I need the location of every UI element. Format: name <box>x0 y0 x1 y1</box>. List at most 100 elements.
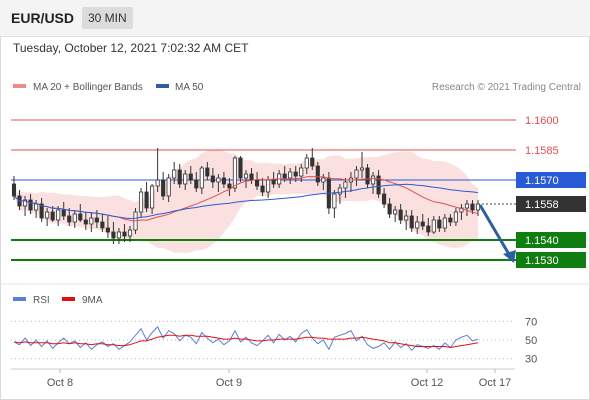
ma9-legend-label: 9MA <box>82 295 103 306</box>
x-tick-label: Oct 8 <box>47 377 73 389</box>
candle-body <box>365 167 370 185</box>
candle <box>332 190 337 218</box>
candle-body <box>105 227 110 233</box>
candle-body <box>144 191 149 209</box>
candle-body <box>188 173 193 181</box>
x-tick-label: Oct 17 <box>479 377 511 389</box>
candle-body <box>260 185 265 193</box>
price-label-1.1570: 1.1570 <box>525 175 559 187</box>
candle-body <box>83 219 88 225</box>
ma50-legend-label: MA 50 <box>175 82 204 93</box>
candle-body <box>194 179 199 189</box>
candle-body <box>315 165 320 183</box>
candle-body <box>249 173 254 181</box>
candle-body <box>111 231 116 239</box>
candle-body <box>94 217 99 223</box>
candle-body <box>288 171 293 179</box>
candle-body <box>437 219 442 229</box>
price-label-1.1600: 1.1600 <box>525 115 559 127</box>
candle-body <box>448 217 453 223</box>
rsi-legend-swatch <box>13 297 26 301</box>
chart-canvas: MA 20 + Bollinger Bands MA 50 Research ©… <box>0 82 590 389</box>
candle-body <box>50 211 55 221</box>
x-tick-label: Oct 9 <box>216 377 242 389</box>
candle <box>315 162 320 186</box>
candle-body <box>150 185 155 209</box>
candle-body <box>442 217 447 229</box>
credit-text: Research © 2021 Trading Central <box>432 82 581 93</box>
candle-body <box>382 193 387 205</box>
candle <box>161 172 166 200</box>
candle-body <box>370 175 376 185</box>
candle-body <box>210 175 215 183</box>
ma20-legend-label: MA 20 + Bollinger Bands <box>33 82 143 93</box>
candle-body <box>321 177 326 183</box>
candle-body <box>232 157 238 189</box>
candle-body <box>404 215 409 221</box>
candle-body <box>387 203 392 215</box>
candle-body <box>293 171 298 177</box>
candle <box>155 148 160 192</box>
ma50-legend-swatch <box>156 84 169 88</box>
candle-body <box>310 157 315 167</box>
candle-body <box>56 209 61 221</box>
x-axis-layer: Oct 8 Oct 9 Oct 12 Oct 17 <box>47 369 511 389</box>
price-label-1.1530: 1.1530 <box>525 255 559 267</box>
candle-body <box>426 225 431 233</box>
rsi-tick-30: 30 <box>525 354 537 366</box>
candle-body <box>299 167 304 177</box>
candle-body <box>122 231 127 237</box>
candle-body <box>116 231 122 239</box>
candle-body <box>221 177 226 185</box>
candle-body <box>172 169 177 179</box>
candle-body <box>67 215 72 223</box>
candle-body <box>166 177 171 197</box>
candle-body <box>155 179 160 187</box>
rsi-layer: 70 50 30 <box>11 316 537 366</box>
candle <box>238 156 243 182</box>
candle-body <box>337 187 342 195</box>
candle <box>144 182 149 212</box>
price-label-1.1585: 1.1585 <box>525 145 559 157</box>
candle-body <box>11 183 17 197</box>
candle-body <box>238 157 243 179</box>
candle-body <box>282 173 287 179</box>
candle-body <box>227 183 232 189</box>
candle-body <box>470 203 475 211</box>
candle-body <box>100 221 105 229</box>
rsi-tick-70: 70 <box>525 316 537 328</box>
candle-body <box>61 209 66 217</box>
candle-body <box>34 203 39 211</box>
candle-body <box>89 217 94 225</box>
candle-body <box>420 221 425 227</box>
rsi-tick-50: 50 <box>525 335 537 347</box>
candle-body <box>199 167 204 189</box>
candle-body <box>72 213 77 223</box>
candle-body <box>354 169 359 179</box>
candle-body <box>343 181 348 189</box>
candle-body <box>216 177 221 183</box>
candle-body <box>475 203 481 211</box>
candle-body <box>254 179 260 187</box>
candle-body <box>393 209 398 215</box>
candle-body <box>415 221 420 229</box>
ma20-legend-swatch <box>13 84 26 88</box>
price-labels-layer: 1.1600 1.1585 1.1570 1.1540 1.1530 1.1558 <box>516 115 586 268</box>
forecast-arrow-head <box>503 250 516 263</box>
candle-body <box>205 167 210 177</box>
candle-body <box>183 173 188 185</box>
candle-body <box>464 203 470 209</box>
rsi-line <box>13 326 479 352</box>
candle-body <box>271 179 276 185</box>
candle-body <box>45 211 50 219</box>
candle-body <box>431 219 436 233</box>
candle-body <box>453 211 458 223</box>
candle-body <box>177 169 182 185</box>
forecast-arrow-shaft <box>478 204 512 257</box>
candle-body <box>409 215 414 229</box>
candle-body <box>359 167 365 171</box>
candle-body <box>28 199 33 211</box>
candle-body <box>161 179 166 197</box>
candle-body <box>398 209 403 221</box>
candle-body <box>304 157 309 169</box>
